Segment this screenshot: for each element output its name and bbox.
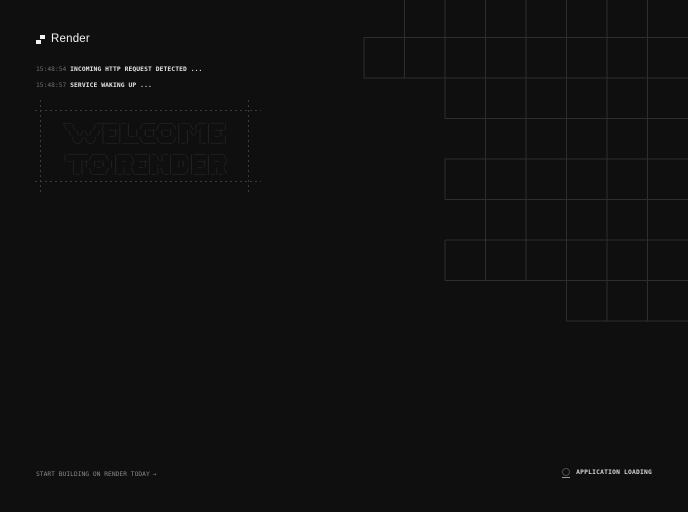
- welcome-box-border-bottom: [35, 181, 261, 182]
- start-building-label: START BUILDING ON RENDER TODAY: [36, 471, 150, 478]
- arrow-right-icon: →: [153, 471, 157, 478]
- background-grid: [0, 0, 688, 512]
- application-loading-label: APPLICATION LOADING: [576, 469, 652, 477]
- ascii-art-welcome: __ _____ _ ___ ___ __ __ ___ \ \ / / __|…: [63, 117, 227, 143]
- log-message: SERVICE WAKING UP ...: [70, 82, 152, 89]
- log-line: 15:48:54 INCOMING HTTP REQUEST DETECTED …: [36, 66, 202, 74]
- log-line: 15:48:57 SERVICE WAKING UP ...: [36, 82, 152, 90]
- start-building-link[interactable]: START BUILDING ON RENDER TODAY→: [36, 471, 157, 479]
- page: Render 15:48:54 INCOMING HTTP REQUEST DE…: [0, 0, 688, 512]
- application-loading-status: APPLICATION LOADING: [562, 467, 652, 479]
- welcome-box-border-top: [35, 110, 261, 111]
- welcome-box-border-left: [40, 100, 41, 193]
- log-message: INCOMING HTTP REQUEST DETECTED ...: [70, 66, 202, 73]
- log-timestamp: 15:48:54: [36, 66, 66, 73]
- render-logo[interactable]: Render: [36, 33, 90, 45]
- welcome-box-border-right: [248, 100, 249, 193]
- loading-spinner-icon: [562, 468, 570, 478]
- render-logo-text: Render: [51, 33, 90, 45]
- log-timestamp: 15:48:57: [36, 82, 66, 89]
- ascii-art-to-render: _____ ___ ___ ___ _ _ ___ ___ ___ |_ _/ …: [63, 148, 227, 174]
- render-logo-icon: [36, 35, 45, 44]
